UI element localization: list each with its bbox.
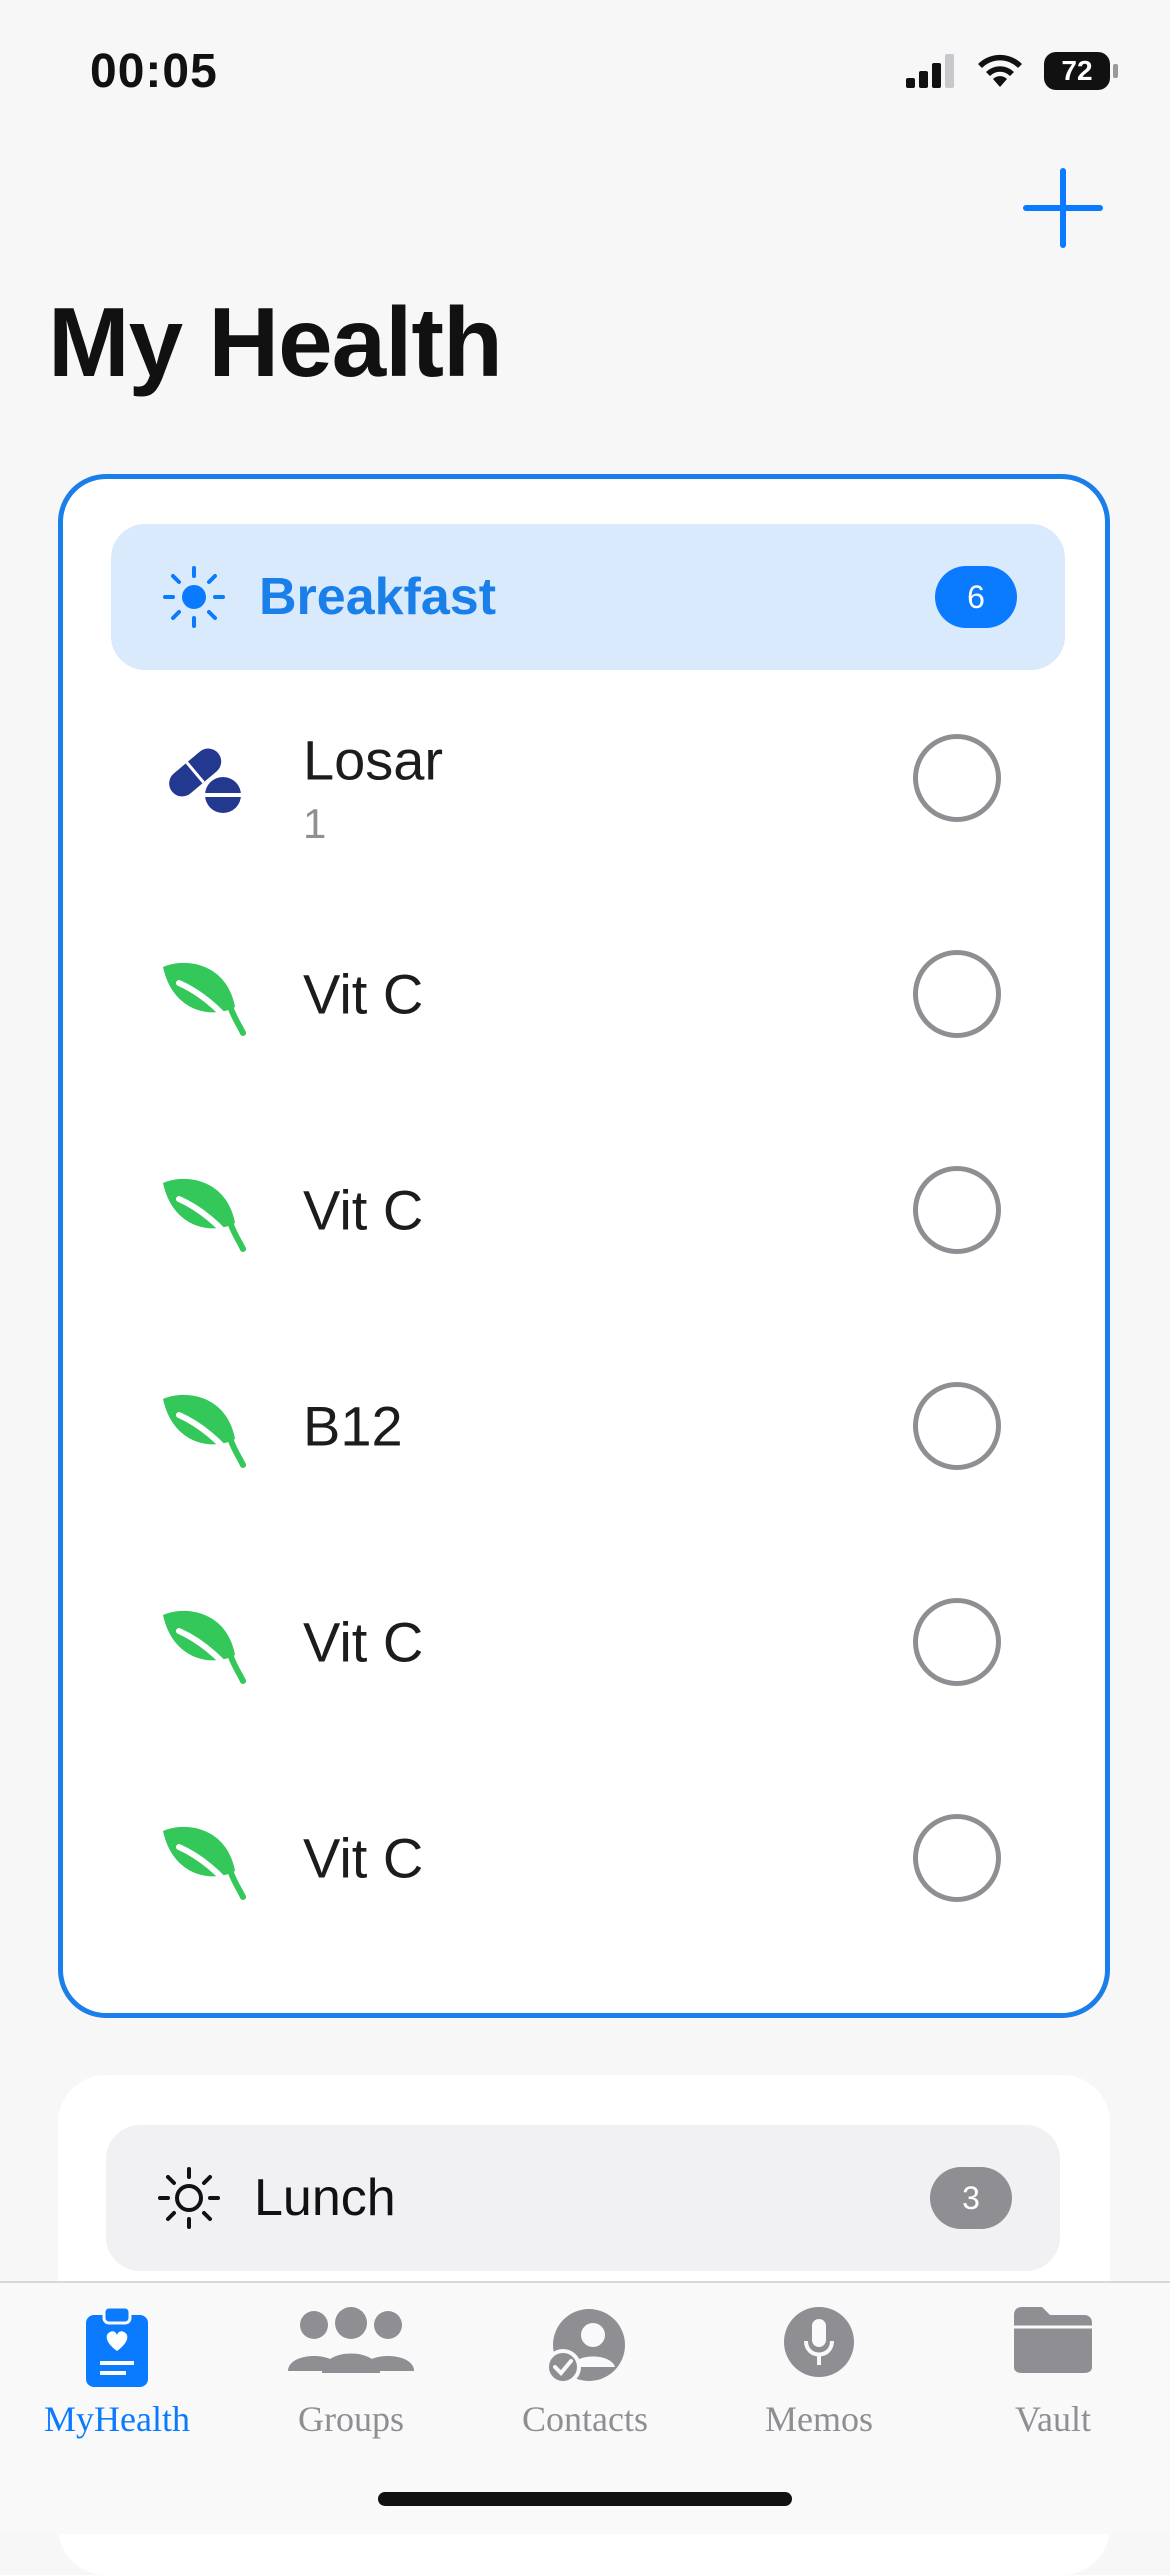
medication-row[interactable]: Losar 1 [63,670,1105,886]
meal-header-breakfast[interactable]: Breakfast 6 [111,524,1065,670]
medication-row[interactable]: Vit C [63,886,1105,1102]
medication-row[interactable]: Vit C [63,1534,1105,1750]
plus-icon[interactable] [1020,165,1106,251]
meal-name-breakfast: Breakfast [259,568,497,626]
count-badge: 3 [930,2167,1012,2229]
folder-icon [1014,2307,1092,2373]
checkbox-circle[interactable] [913,1382,1001,1470]
tab-label: Vault [1015,2399,1091,2439]
meal-card-breakfast: Breakfast 6 Losar 1 Vit C Vit C B12 Vit … [58,474,1110,2018]
tab-label: Contacts [522,2399,648,2439]
tab-memos[interactable]: Memos [702,2283,936,2463]
tab-contacts[interactable]: Contacts [468,2283,702,2463]
checkbox-circle[interactable] [913,950,1001,1038]
clipboard-heart-icon [86,2305,148,2387]
cellular-signal-icon [906,54,954,88]
medication-row[interactable]: Vit C [63,1750,1105,1966]
people-icon [288,2307,414,2373]
medication-name: Losar [303,728,444,792]
leaf-icon [163,1610,246,1684]
medication-name: Vit C [303,1610,424,1674]
pill-icon [169,748,241,813]
leaf-icon [163,1178,246,1252]
status-bar: 00:05 72 [0,0,1170,150]
mic-icon [784,2307,854,2377]
meal-name-lunch: Lunch [254,2169,396,2227]
medication-row[interactable]: Vit C [63,1102,1105,1318]
meal-header-lunch[interactable]: Lunch 3 [106,2125,1060,2271]
medication-name: Vit C [303,1826,424,1890]
leaf-icon [163,1826,246,1900]
checkbox-circle[interactable] [913,1598,1001,1686]
tab-groups[interactable]: Groups [234,2283,468,2463]
home-indicator[interactable] [378,2492,792,2506]
contact-check-icon [545,2309,625,2385]
medication-row[interactable]: B12 [63,1318,1105,1534]
tab-label: Memos [765,2399,873,2439]
medication-name: Vit C [303,1178,424,1242]
medication-name: B12 [303,1394,403,1458]
tab-label: Groups [298,2399,404,2439]
tab-myhealth[interactable]: MyHealth [0,2283,234,2463]
tab-vault[interactable]: Vault [936,2283,1170,2463]
checkbox-circle[interactable] [913,1166,1001,1254]
medication-name: Vit C [303,962,424,1026]
page-title: My Health [48,287,503,397]
status-time: 00:05 [90,45,218,98]
leaf-icon [163,1394,246,1468]
wifi-icon [978,54,1022,87]
sun-icon [163,566,225,628]
medication-dose: 1 [303,800,327,847]
tab-label: MyHealth [44,2399,190,2439]
status-icons: 72 [906,52,1118,90]
checkbox-circle[interactable] [913,734,1001,822]
sun-icon [158,2167,220,2229]
count-badge: 6 [935,566,1017,628]
battery-icon: 72 [1044,52,1118,90]
checkbox-circle[interactable] [913,1814,1001,1902]
leaf-icon [163,962,246,1036]
